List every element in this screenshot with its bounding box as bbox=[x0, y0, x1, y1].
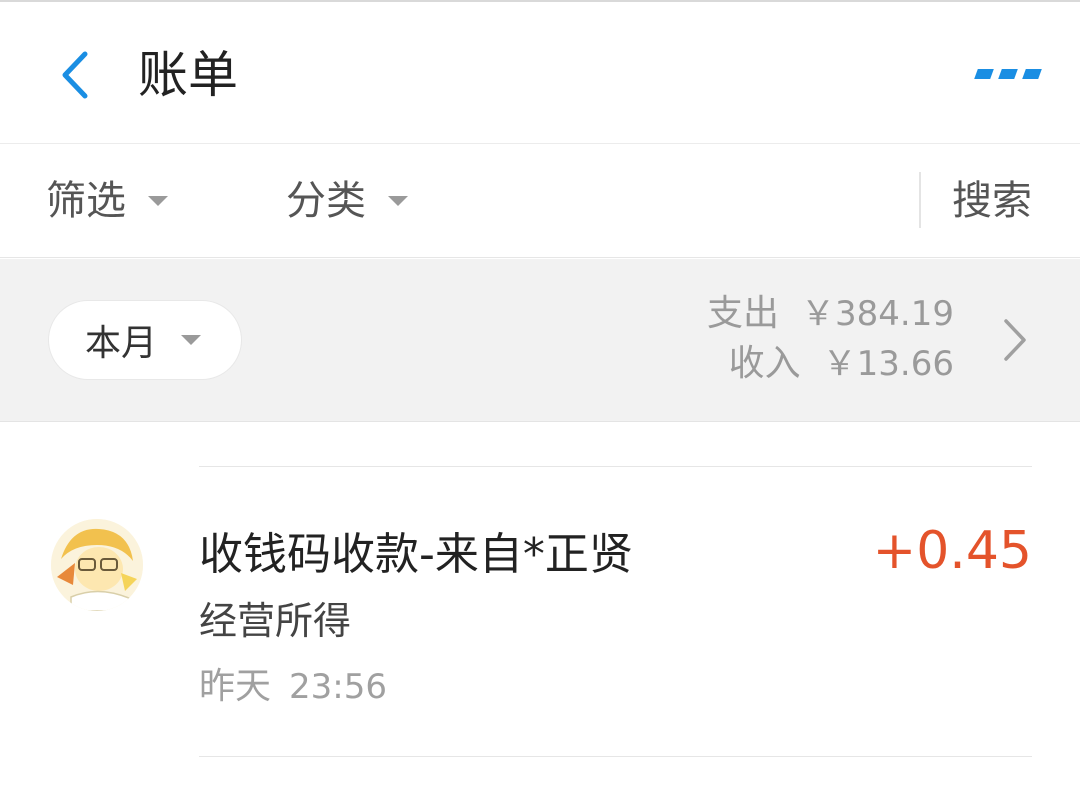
chevron-left-icon bbox=[62, 51, 88, 99]
filter-bar: 筛选 分类 搜索 bbox=[0, 144, 1080, 258]
page-title: 账单 bbox=[138, 46, 238, 104]
top-navigation-bar: 账单 bbox=[0, 0, 1080, 144]
transaction-category: 经营所得 bbox=[199, 599, 352, 643]
transaction-time: 23:56 bbox=[289, 667, 387, 707]
transaction-day: 昨天 bbox=[199, 666, 272, 707]
transaction-datetime: 昨天 23:56 bbox=[199, 662, 387, 712]
back-button[interactable] bbox=[40, 40, 110, 110]
totals[interactable]: 支出 ￥384.19 收入 ￥13.66 bbox=[554, 289, 954, 389]
transaction-title: 收钱码收款-来自*正贤 bbox=[199, 529, 633, 580]
search-button[interactable]: 搜索 bbox=[952, 174, 1032, 228]
month-selector[interactable]: 本月 bbox=[48, 300, 242, 380]
more-dots-icon bbox=[974, 69, 994, 79]
expense-label: 支出 bbox=[707, 293, 780, 334]
expense-total: 支出 ￥384.19 bbox=[554, 289, 954, 339]
transaction-list: 收钱码收款-来自*正贤 +0.45 经营所得 昨天 23:56 bbox=[0, 423, 1080, 791]
more-dots-icon bbox=[1022, 69, 1042, 79]
caret-down-icon bbox=[181, 335, 202, 345]
monthly-summary: 本月 支出 ￥384.19 收入 ￥13.66 bbox=[0, 259, 1080, 422]
filter-dropdown[interactable]: 筛选 bbox=[46, 174, 168, 228]
expense-amount: ￥384.19 bbox=[801, 294, 954, 334]
caret-down-icon bbox=[148, 196, 168, 206]
summary-detail-button[interactable] bbox=[1000, 317, 1030, 363]
transaction-amount: +0.45 bbox=[872, 521, 1032, 581]
category-label: 分类 bbox=[286, 178, 366, 224]
caret-down-icon bbox=[388, 196, 408, 206]
income-label: 收入 bbox=[728, 343, 801, 384]
avatar-image bbox=[51, 519, 143, 611]
transaction-row[interactable]: 收钱码收款-来自*正贤 +0.45 经营所得 昨天 23:56 bbox=[0, 467, 1080, 757]
month-selector-label: 本月 bbox=[85, 323, 158, 364]
more-button[interactable] bbox=[960, 54, 1042, 94]
divider bbox=[199, 756, 1032, 757]
filter-label: 筛选 bbox=[46, 178, 126, 224]
income-total: 收入 ￥13.66 bbox=[554, 339, 954, 389]
chevron-right-icon bbox=[1004, 319, 1026, 361]
more-dots-icon bbox=[998, 69, 1018, 79]
category-dropdown[interactable]: 分类 bbox=[286, 174, 408, 228]
avatar bbox=[51, 519, 143, 611]
divider bbox=[919, 172, 921, 228]
income-amount: ￥13.66 bbox=[822, 344, 954, 384]
